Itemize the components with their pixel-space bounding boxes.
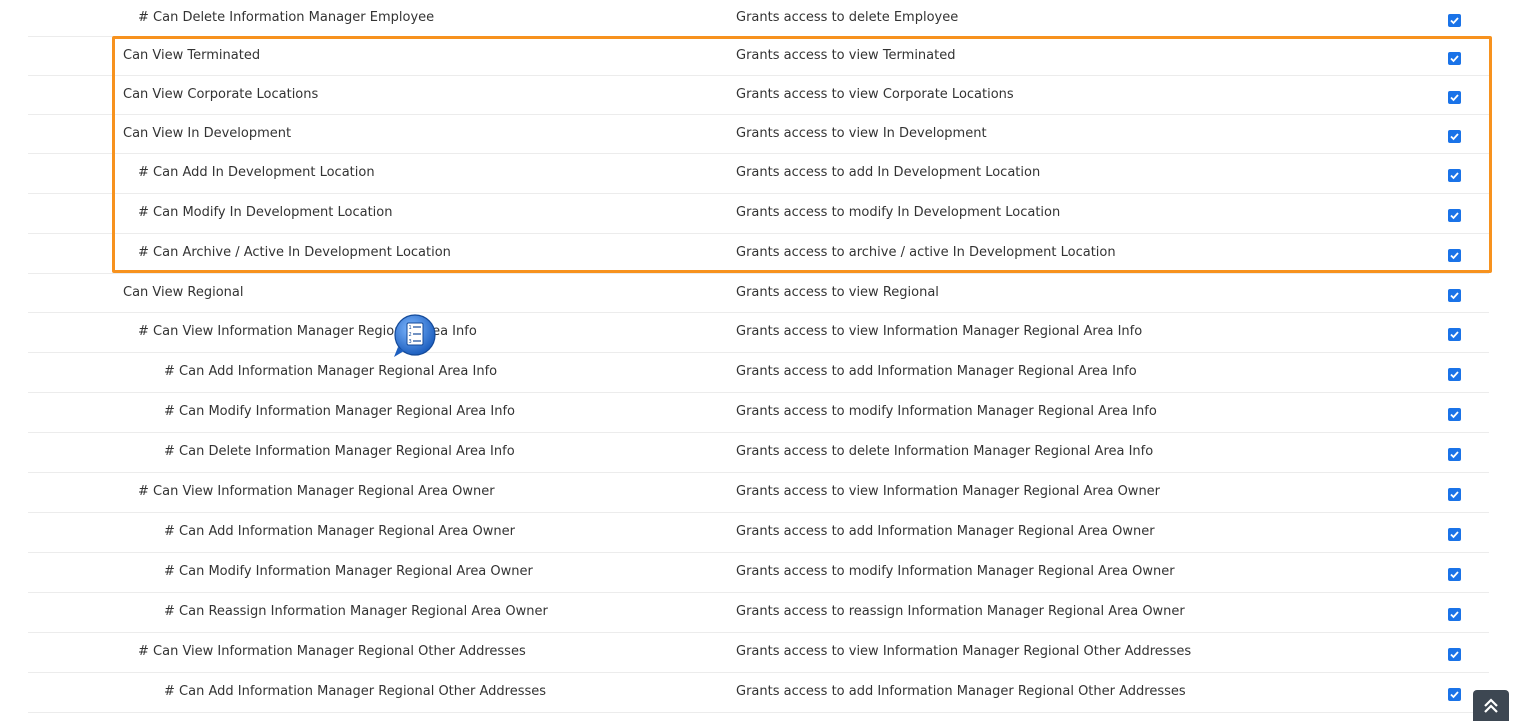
- permission-description: Grants access to reassign Information Ma…: [736, 604, 1185, 619]
- permission-description: Grants access to view Information Manage…: [736, 324, 1143, 339]
- permission-checkbox[interactable]: [1448, 488, 1461, 501]
- permission-row: Can View Terminated Grants access to view…: [28, 37, 1489, 76]
- permission-name: # Can Archive / Active In Development Lo…: [138, 245, 451, 260]
- permission-checkbox[interactable]: [1448, 528, 1461, 541]
- permission-name: # Can View Information Manager Regional …: [138, 644, 526, 659]
- checkmark-icon: [1450, 292, 1459, 300]
- checkmark-icon: [1450, 651, 1459, 659]
- permission-checkbox[interactable]: [1448, 688, 1461, 701]
- permission-description: Grants access to add Information Manager…: [736, 684, 1186, 699]
- permission-description: Grants access to delete Employee: [736, 10, 959, 25]
- permission-checkbox[interactable]: [1448, 448, 1461, 461]
- permission-checkbox[interactable]: [1448, 368, 1461, 381]
- permission-description: Grants access to modify In Development L…: [736, 205, 1061, 220]
- permission-checkbox[interactable]: [1448, 209, 1461, 222]
- permission-description: Grants access to view In Development: [736, 126, 987, 141]
- permission-name: # Can Delete Information Manager Regiona…: [164, 444, 515, 459]
- permission-description: Grants access to view Information Manage…: [736, 644, 1192, 659]
- permission-description: Grants access to archive / active In Dev…: [736, 245, 1116, 260]
- permission-row: Can View Regional Grants access to view R…: [28, 274, 1489, 313]
- checkmark-icon: [1450, 55, 1459, 63]
- permission-name: # Can Modify In Development Location: [138, 205, 393, 220]
- permission-name: Can View Terminated: [123, 48, 261, 63]
- permission-description: Grants access to modify Information Mana…: [736, 404, 1157, 419]
- permission-checkbox[interactable]: [1448, 608, 1461, 621]
- checklist-cursor-icon: 1 2 3: [392, 313, 438, 359]
- svg-text:3: 3: [409, 339, 412, 345]
- permission-checkbox[interactable]: [1448, 130, 1461, 143]
- permission-name: # Can View Information Manager Regional …: [138, 484, 495, 499]
- permission-row: # Can Add In Development Location Grants …: [28, 154, 1489, 194]
- checkmark-icon: [1450, 172, 1459, 180]
- permission-description: Grants access to add In Development Loca…: [736, 165, 1041, 180]
- permission-description: Grants access to view Information Manage…: [736, 484, 1161, 499]
- checkmark-icon: [1450, 17, 1459, 25]
- checkmark-icon: [1450, 371, 1459, 379]
- permission-description: Grants access to add Information Manager…: [736, 524, 1155, 539]
- checkmark-icon: [1450, 212, 1459, 220]
- permission-name: # Can Add In Development Location: [138, 165, 375, 180]
- checkmark-icon: [1450, 611, 1459, 619]
- permission-name: Can View Regional: [123, 285, 244, 300]
- permission-row: # Can Reassign Information Manager Regio…: [28, 593, 1489, 633]
- checkmark-icon: [1450, 252, 1459, 260]
- permission-name: Can View Corporate Locations: [123, 87, 319, 102]
- permission-checkbox[interactable]: [1448, 14, 1461, 27]
- permission-row: # Can View Information Manager Regional …: [28, 633, 1489, 673]
- permission-row: # Can View Information Manager Regional …: [28, 473, 1489, 513]
- permission-checkbox[interactable]: [1448, 289, 1461, 302]
- permission-name: # Can Add Information Manager Regional A…: [164, 524, 515, 539]
- checkmark-icon: [1450, 491, 1459, 499]
- permission-row: # Can Modify Information Manager Regiona…: [28, 553, 1489, 593]
- permission-row: # Can View Information Manager Regional …: [28, 313, 1489, 353]
- permission-checkbox[interactable]: [1448, 52, 1461, 65]
- permission-name: # Can Add Information Manager Regional A…: [164, 364, 498, 379]
- permission-name: # Can Modify Information Manager Regiona…: [164, 564, 533, 579]
- permission-checkbox[interactable]: [1448, 568, 1461, 581]
- double-chevron-up-icon: [1484, 697, 1498, 713]
- permission-row: # Can Add Information Manager Regional O…: [28, 673, 1489, 713]
- permission-description: Grants access to view Corporate Location…: [736, 87, 1014, 102]
- permission-checkbox[interactable]: [1448, 408, 1461, 421]
- permission-checkbox[interactable]: [1448, 328, 1461, 341]
- checkmark-icon: [1450, 691, 1459, 699]
- svg-text:2: 2: [409, 332, 412, 338]
- permission-row: Can View In Development Grants access to …: [28, 115, 1489, 154]
- permission-row: # Can Delete Information Manager Regiona…: [28, 433, 1489, 473]
- permission-checkbox[interactable]: [1448, 169, 1461, 182]
- checkmark-icon: [1450, 531, 1459, 539]
- permission-name: # Can Reassign Information Manager Regio…: [164, 604, 548, 619]
- permission-name: # Can Delete Information Manager Employe…: [138, 10, 435, 25]
- permission-checkbox[interactable]: [1448, 249, 1461, 262]
- permission-row: # Can Modify Information Manager Regiona…: [28, 393, 1489, 433]
- permission-row: # Can Delete Information Manager Employe…: [28, 0, 1489, 37]
- permission-row: Can View Corporate Locations Grants acces…: [28, 76, 1489, 115]
- permission-description: Grants access to delete Information Mana…: [736, 444, 1154, 459]
- svg-text:1: 1: [409, 325, 412, 331]
- permission-description: Grants access to modify Information Mana…: [736, 564, 1175, 579]
- permission-name: # Can Modify Information Manager Regiona…: [164, 404, 516, 419]
- permission-name: Can View In Development: [123, 126, 292, 141]
- permission-row: # Can Modify In Development Location Gran…: [28, 194, 1489, 234]
- checkmark-icon: [1450, 331, 1459, 339]
- permission-row: # Can Archive / Active In Development Lo…: [28, 234, 1489, 274]
- permission-name: # Can Add Information Manager Regional O…: [164, 684, 547, 699]
- permission-row: # Can Add Information Manager Regional A…: [28, 353, 1489, 393]
- scroll-to-top-button[interactable]: [1473, 690, 1509, 721]
- permission-checkbox[interactable]: [1448, 648, 1461, 661]
- permission-description: Grants access to view Terminated: [736, 48, 956, 63]
- checkmark-icon: [1450, 94, 1459, 102]
- checkmark-icon: [1450, 411, 1459, 419]
- checkmark-icon: [1450, 571, 1459, 579]
- permission-description: Grants access to view Regional: [736, 285, 939, 300]
- permission-description: Grants access to add Information Manager…: [736, 364, 1137, 379]
- checkmark-icon: [1450, 451, 1459, 459]
- checkmark-icon: [1450, 133, 1459, 141]
- permission-checkbox[interactable]: [1448, 91, 1461, 104]
- permission-row: # Can Add Information Manager Regional A…: [28, 513, 1489, 553]
